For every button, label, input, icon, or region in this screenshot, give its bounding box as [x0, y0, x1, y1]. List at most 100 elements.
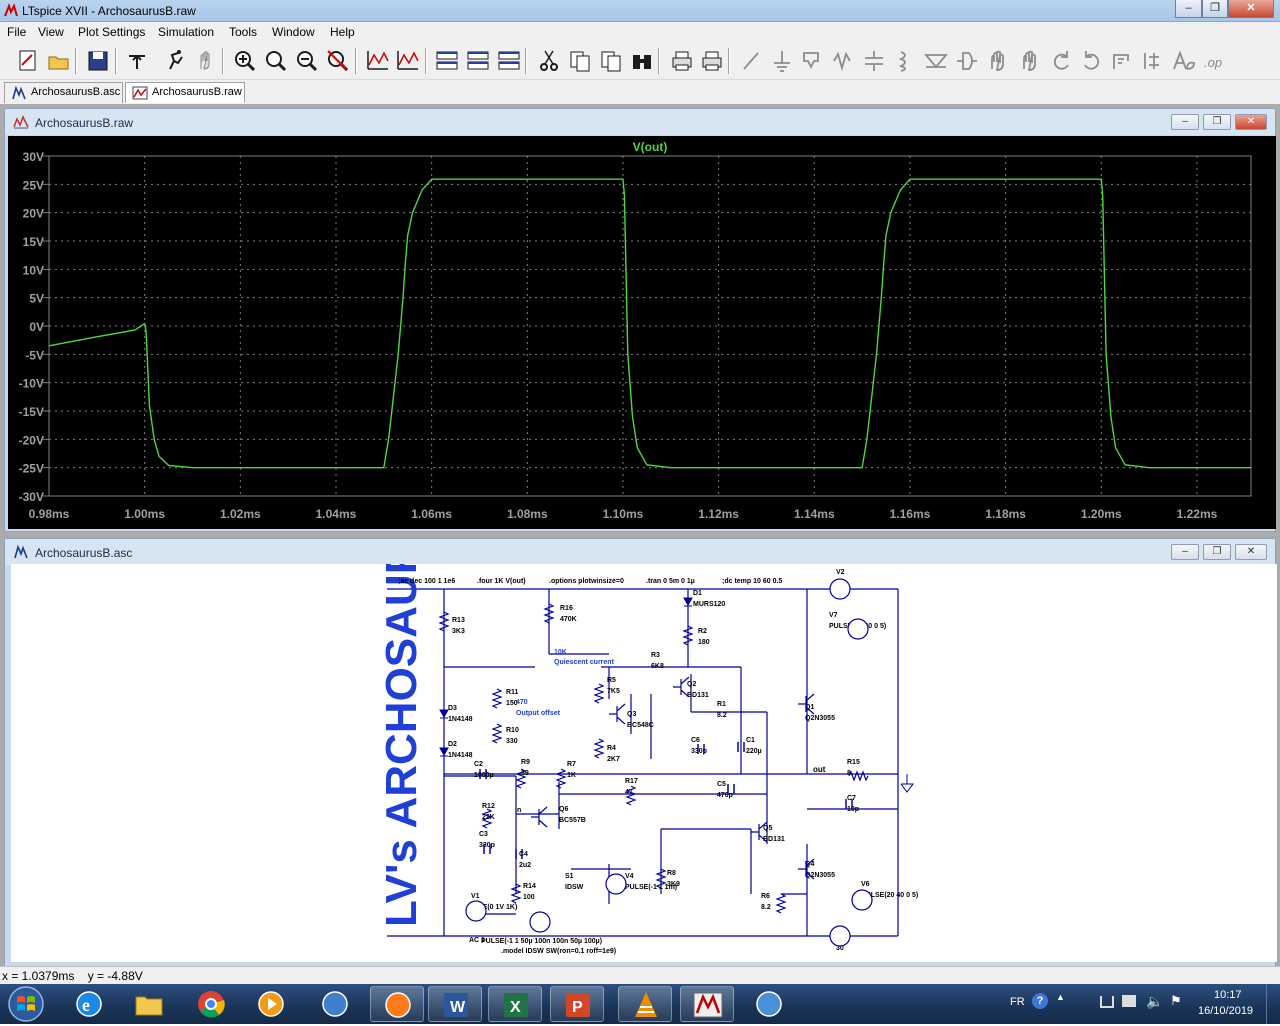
schematic-annotation[interactable]: Quiescent current [554, 659, 615, 666]
component-r7[interactable]: R7 1K [567, 761, 576, 779]
minimize-button[interactable]: – [1175, 0, 1202, 18]
new-schematic-icon[interactable] [14, 47, 42, 75]
component-q5[interactable]: Q5BD131 [763, 825, 785, 843]
schematic-canvas[interactable]: LV's ARCHOSAURUS ;ac dec 100 1 1e6 .four 1… [11, 564, 1277, 962]
component-d1[interactable]: D1 MURS120 [693, 590, 725, 608]
save-icon[interactable] [84, 47, 112, 75]
pick-visible-icon[interactable] [394, 47, 422, 75]
child-restore-button[interactable]: ❐ [1203, 544, 1231, 560]
copy-icon[interactable] [566, 47, 594, 75]
autorange-icon[interactable] [364, 47, 392, 75]
zoom-cancel-icon[interactable] [324, 47, 352, 75]
component-r4[interactable]: R4 2K7 [607, 745, 620, 763]
print-icon[interactable] [668, 47, 696, 75]
open-icon[interactable] [45, 47, 73, 75]
move-icon[interactable] [984, 47, 1012, 75]
component-c5[interactable]: C5 470p [717, 781, 733, 799]
start-button[interactable] [4, 985, 48, 1023]
vlc-icon[interactable] [618, 986, 672, 1022]
paint-icon[interactable] [742, 986, 796, 1022]
component-r8[interactable]: R8 3K9 [667, 870, 680, 888]
component-r6[interactable]: R6 8.2 [761, 893, 771, 911]
media-player-icon[interactable] [244, 986, 298, 1022]
child-close-button[interactable]: ✕ [1235, 544, 1267, 560]
halt-icon[interactable] [192, 47, 220, 75]
file-explorer-icon[interactable] [122, 986, 176, 1022]
clock-time[interactable]: 10:17 [1214, 989, 1242, 1001]
mirror-icon[interactable] [1139, 47, 1167, 75]
draw-wire-icon[interactable] [738, 47, 766, 75]
component-c7[interactable]: C710p [847, 795, 859, 813]
resistor-icon[interactable] [829, 47, 857, 75]
component-d2[interactable]: D2 1N4148 [448, 741, 473, 759]
child-close-button[interactable]: ✕ [1235, 114, 1267, 130]
schematic-annotation[interactable]: Output offset [516, 710, 561, 717]
action-center-icon[interactable] [1122, 995, 1136, 1007]
child-minimize-button[interactable]: – [1171, 544, 1199, 560]
waveform-window-titlebar[interactable]: ArchosaurusB.raw – ❐ ✕ [5, 109, 1275, 135]
capacitor-icon[interactable] [860, 47, 888, 75]
zoom-out-icon[interactable] [293, 47, 321, 75]
component-d3[interactable]: D3 1N4148 [448, 705, 473, 723]
component-r1[interactable]: R1 8.2 [717, 701, 727, 719]
zoom-in-icon[interactable] [231, 47, 259, 75]
zoom-area-icon[interactable] [262, 47, 290, 75]
print-setup-icon[interactable] [698, 47, 726, 75]
schematic-annotation[interactable]: 470 [516, 699, 528, 706]
drag-icon[interactable] [1016, 47, 1044, 75]
inductor-icon[interactable] [891, 47, 919, 75]
network-icon[interactable] [1100, 996, 1114, 1008]
find-icon[interactable] [628, 47, 656, 75]
spice-directive[interactable]: .options plotwinsize=0 [549, 578, 624, 585]
component-r11[interactable]: R11 150 [506, 689, 519, 707]
paste-icon[interactable] [597, 47, 625, 75]
component-q1[interactable]: Q1Q2N3055 [805, 704, 835, 722]
trace-vout[interactable] [48, 178, 1251, 469]
text-icon[interactable] [1170, 47, 1198, 75]
run-icon[interactable] [162, 47, 190, 75]
component-s1[interactable]: S1 IDSW [565, 873, 584, 891]
component-c1[interactable]: C1 220µ [746, 737, 762, 755]
menu-file[interactable]: File [7, 25, 26, 39]
schematic-window-titlebar[interactable]: ArchosaurusB.asc – ❐ ✕ [5, 539, 1275, 565]
net-label-in[interactable]: in [515, 807, 521, 814]
component-c2[interactable]: C2 1000µ [474, 761, 494, 779]
rotate-icon[interactable] [1108, 47, 1136, 75]
ltspice-icon[interactable] [680, 986, 734, 1022]
diode-icon[interactable] [922, 47, 950, 75]
redo-icon[interactable] [1078, 47, 1106, 75]
component-q6[interactable]: Q6 BC557B [559, 806, 586, 824]
component-r13[interactable]: R13 3K3 [452, 617, 465, 635]
language-indicator[interactable]: FR [1010, 996, 1025, 1008]
tab-schematic[interactable]: ArchosaurusB.asc [4, 82, 123, 103]
flag-icon[interactable]: ⚑ [1170, 993, 1182, 1009]
child-restore-button[interactable]: ❐ [1203, 114, 1231, 130]
spice-directive[interactable]: .tran 0 5m 0 1µ [646, 578, 695, 585]
cascade-icon[interactable] [464, 47, 492, 75]
trace-label[interactable]: V(out) [633, 140, 668, 154]
volume-icon[interactable]: 🔈 [1146, 993, 1163, 1010]
chrome-icon[interactable] [184, 986, 238, 1022]
menu-help[interactable]: Help [330, 25, 355, 39]
menu-view[interactable]: View [38, 25, 64, 39]
spice-directive[interactable]: ;ac dec 100 1 1e6 [398, 578, 455, 585]
cut-icon[interactable] [535, 47, 563, 75]
plot-pane[interactable]: 0.98ms 1.00ms 1.02ms 1.04ms 1.06ms 1.08ms 1.10… [8, 136, 1276, 529]
schematic-drawing[interactable]: LV's ARCHOSAURUS;ac dec 100 1 1e6 .four 1… [11, 564, 1277, 962]
word-icon[interactable]: W [428, 986, 482, 1022]
help-icon[interactable]: ? [1032, 993, 1048, 1009]
menu-window[interactable]: Window [272, 25, 315, 39]
source-pulse[interactable]: PULSE(-1 1 50µ 100n 100n 50µ 100µ) [481, 938, 602, 945]
close-button[interactable]: ✕ [1228, 0, 1274, 18]
internet-explorer-icon[interactable]: e [62, 986, 116, 1022]
control-panel-icon[interactable] [123, 47, 151, 75]
component-icon[interactable] [953, 47, 981, 75]
child-minimize-button[interactable]: – [1171, 114, 1199, 130]
component-r10[interactable]: R10 330 [506, 727, 519, 745]
component-q2[interactable]: Q2 BD131 [687, 681, 709, 699]
schematic-annotation[interactable]: 10K [554, 649, 567, 656]
clock-date[interactable]: 16/10/2019 [1198, 1005, 1253, 1017]
component-c4[interactable]: C4 2u2 [519, 851, 531, 869]
tray-expand-icon[interactable]: ▲ [1056, 992, 1065, 1002]
label-net-icon[interactable] [798, 47, 826, 75]
